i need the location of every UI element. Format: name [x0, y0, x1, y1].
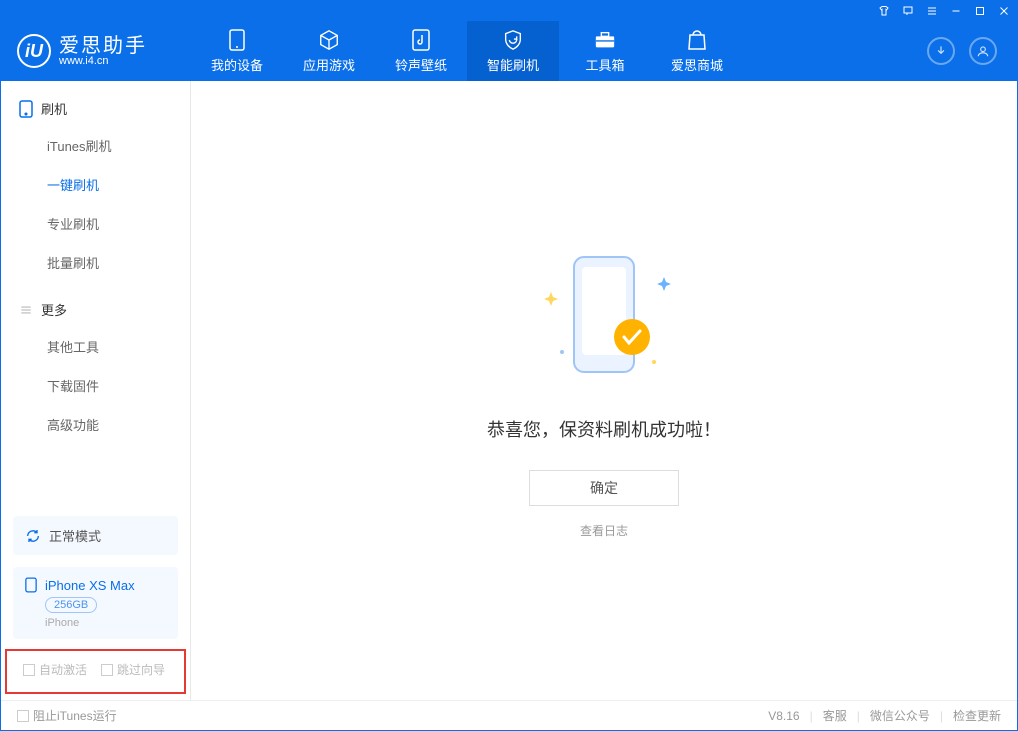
- header: iU 爱思助手 www.i4.cn 我的设备 应用游戏 铃声壁纸 智能刷机: [1, 21, 1017, 81]
- footer-link-check-update[interactable]: 检查更新: [953, 707, 1001, 724]
- cube-icon: [318, 29, 340, 51]
- tab-store[interactable]: 爱思商城: [651, 21, 743, 81]
- window-titlebar: [1, 1, 1017, 21]
- version-label: V8.16: [768, 709, 799, 723]
- minimize-icon[interactable]: [949, 4, 963, 18]
- body: 刷机 iTunes刷机 一键刷机 专业刷机 批量刷机 更多 其他工具 下载固件 …: [1, 81, 1017, 700]
- footer-link-support[interactable]: 客服: [823, 707, 847, 724]
- sidebar-item-batch-flash[interactable]: 批量刷机: [47, 243, 190, 282]
- checkbox-auto-activate[interactable]: 自动激活: [23, 661, 87, 678]
- device-name: iPhone XS Max: [45, 578, 135, 593]
- logo-icon: iU: [17, 34, 51, 68]
- confirm-button[interactable]: 确定: [529, 470, 679, 506]
- download-button[interactable]: [927, 37, 955, 65]
- phone-small-icon: [25, 577, 37, 593]
- success-message: 恭喜您，保资料刷机成功啦！: [487, 416, 721, 442]
- sidebar: 刷机 iTunes刷机 一键刷机 专业刷机 批量刷机 更多 其他工具 下载固件 …: [1, 81, 191, 700]
- checkbox-skip-wizard[interactable]: 跳过向导: [101, 661, 165, 678]
- sidebar-section-more: 更多: [1, 282, 190, 327]
- footer: 阻止iTunes运行 V8.16 | 客服 | 微信公众号 | 检查更新: [1, 700, 1017, 730]
- logo[interactable]: iU 爱思助手 www.i4.cn: [1, 34, 191, 68]
- options-highlighted-box: 自动激活 跳过向导: [5, 649, 186, 694]
- main-content: 恭喜您，保资料刷机成功啦！ 确定 查看日志: [191, 81, 1017, 700]
- tab-apps-games[interactable]: 应用游戏: [283, 21, 375, 81]
- sync-icon: [25, 528, 41, 544]
- view-log-link[interactable]: 查看日志: [580, 522, 628, 539]
- music-file-icon: [410, 29, 432, 51]
- header-right: [927, 37, 1017, 65]
- toolbox-icon: [594, 29, 616, 51]
- close-icon[interactable]: [997, 4, 1011, 18]
- sidebar-item-itunes-flash[interactable]: iTunes刷机: [47, 126, 190, 165]
- menu-icon[interactable]: [925, 4, 939, 18]
- tab-toolbox[interactable]: 工具箱: [559, 21, 651, 81]
- tab-ringtones-wallpapers[interactable]: 铃声壁纸: [375, 21, 467, 81]
- footer-link-wechat[interactable]: 微信公众号: [870, 707, 930, 724]
- sidebar-item-other-tools[interactable]: 其他工具: [47, 327, 190, 366]
- app-window: iU 爱思助手 www.i4.cn 我的设备 应用游戏 铃声壁纸 智能刷机: [0, 0, 1018, 731]
- device-info-box[interactable]: iPhone XS Max 256GB iPhone: [13, 567, 178, 639]
- feedback-icon[interactable]: [901, 4, 915, 18]
- device-mode-label: 正常模式: [49, 526, 101, 545]
- sidebar-item-pro-flash[interactable]: 专业刷机: [47, 204, 190, 243]
- user-button[interactable]: [969, 37, 997, 65]
- success-illustration: [514, 242, 694, 392]
- device-icon: [226, 29, 248, 51]
- maximize-icon[interactable]: [973, 4, 987, 18]
- more-icon: [19, 303, 33, 317]
- device-type: iPhone: [45, 617, 166, 629]
- bag-icon: [686, 29, 708, 51]
- tab-smart-flash[interactable]: 智能刷机: [467, 21, 559, 81]
- sidebar-item-oneclick-flash[interactable]: 一键刷机: [47, 165, 190, 204]
- phone-icon: [19, 100, 33, 118]
- tab-my-device[interactable]: 我的设备: [191, 21, 283, 81]
- device-storage: 256GB: [45, 597, 97, 613]
- app-title: 爱思助手: [59, 36, 147, 56]
- app-url: www.i4.cn: [59, 56, 147, 67]
- shield-refresh-icon: [502, 29, 524, 51]
- sidebar-item-download-firmware[interactable]: 下载固件: [47, 366, 190, 405]
- sidebar-section-flash: 刷机: [1, 81, 190, 126]
- device-mode-box[interactable]: 正常模式: [13, 516, 178, 555]
- checkbox-block-itunes[interactable]: 阻止iTunes运行: [17, 707, 117, 724]
- sidebar-item-advanced[interactable]: 高级功能: [47, 405, 190, 444]
- top-nav: 我的设备 应用游戏 铃声壁纸 智能刷机 工具箱 爱思商城: [191, 21, 743, 81]
- shirt-icon[interactable]: [877, 4, 891, 18]
